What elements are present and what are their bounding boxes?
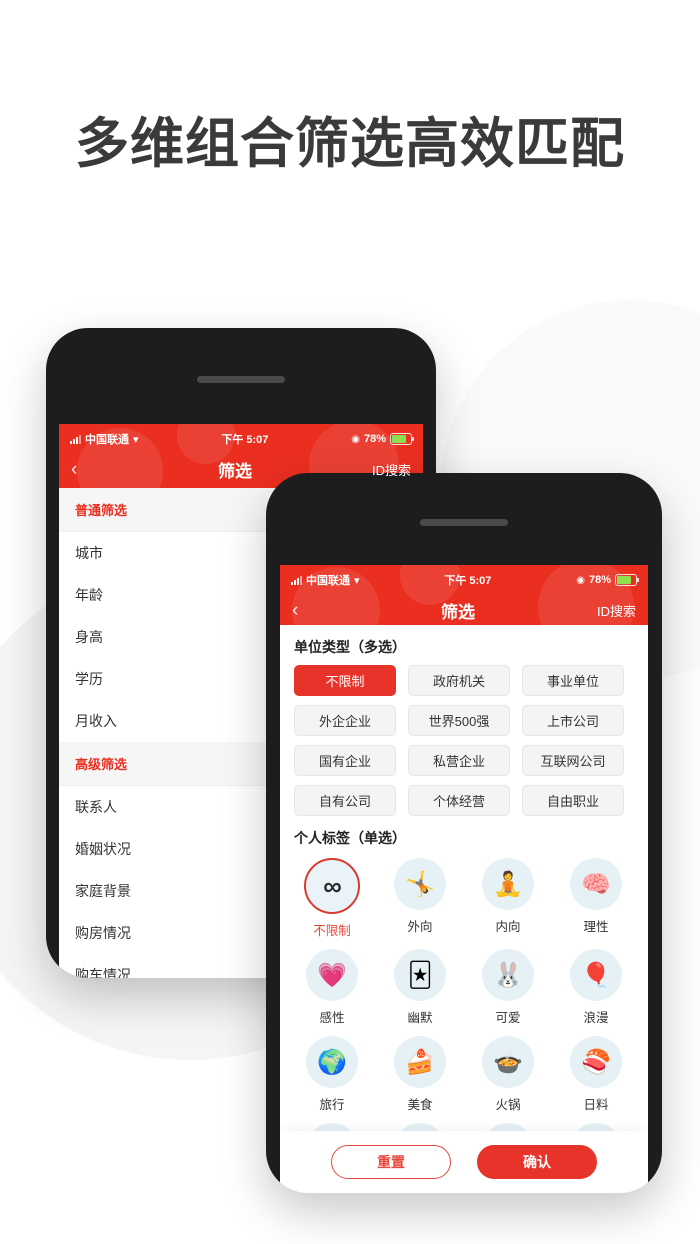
personal-tag-label: 感性 xyxy=(319,1011,345,1025)
status-bar-front: 中国联通 ▾ 下午 5:07 ◉ 78% xyxy=(280,565,648,591)
personal-tag-item[interactable]: 💗 感性 xyxy=(288,949,376,1026)
page-headline: 多维组合筛选高效匹配 xyxy=(75,112,625,175)
battery-charging-icon xyxy=(390,433,414,445)
battery-percent: 78% xyxy=(363,433,386,445)
unit-type-chip[interactable]: 不限制 xyxy=(294,665,396,696)
app-header-back: 中国联通 ▾ 下午 5:07 ◉ 78% ‹ 筛选 ID搜索 xyxy=(59,424,423,488)
wifi-icon: ▾ xyxy=(354,573,360,587)
nav-bar-back: ‹ 筛选 ID搜索 xyxy=(59,450,423,488)
confirm-button[interactable]: 确认 xyxy=(477,1145,597,1179)
heartbeat-icon: 💗 xyxy=(306,949,358,1001)
unit-type-chip-group: 不限制 政府机关 事业单位外企企业 世界500强 上市公司国有企业 私营企业 互联网公司自有… xyxy=(280,665,648,816)
introvert-icon: 🧘 xyxy=(482,858,534,910)
status-bar-back: 中国联通 ▾ 下午 5:07 ◉ 78% xyxy=(59,424,423,450)
personal-tag-item[interactable]: 🍰 美食 xyxy=(376,1036,464,1113)
id-search-button[interactable]: ID搜索 xyxy=(580,601,636,620)
page-title: 筛选 xyxy=(218,461,252,481)
personal-tag-item[interactable]: 🧘 内向 xyxy=(464,858,552,939)
personal-tag-label: 美食 xyxy=(407,1098,433,1112)
personal-tag-item[interactable]: ∞ 不限制 xyxy=(288,858,376,939)
personal-tag-label: 理性 xyxy=(583,920,609,934)
location-icon: ◉ xyxy=(576,574,585,586)
personal-tag-item[interactable]: 🧠 理性 xyxy=(552,858,640,939)
app-header-front: 中国联通 ▾ 下午 5:07 ◉ 78% ‹ 筛选 ID搜索 xyxy=(280,565,648,629)
personal-tag-item[interactable]: 🃏 幽默 xyxy=(376,949,464,1026)
phone-speaker-front xyxy=(420,519,508,526)
page-title: 筛选 xyxy=(441,602,475,622)
id-search-button[interactable]: ID搜索 xyxy=(355,460,411,479)
personal-tag-label: 火锅 xyxy=(495,1098,521,1112)
group-title-personal-tags: 个人标签（单选） xyxy=(294,830,406,846)
unit-type-chip[interactable]: 个体经营 xyxy=(408,785,510,816)
personal-tag-label: 外向 xyxy=(407,920,433,934)
personal-tag-label: 可爱 xyxy=(495,1011,521,1025)
unit-type-chip[interactable]: 上市公司 xyxy=(522,705,624,736)
phone-mockup-front: 中国联通 ▾ 下午 5:07 ◉ 78% ‹ 筛选 ID搜索 单位类型（多选） … xyxy=(266,473,662,1193)
nav-bar-front: ‹ 筛选 ID搜索 xyxy=(280,591,648,629)
personal-tag-label: 日料 xyxy=(583,1098,609,1112)
personal-tag-label: 幽默 xyxy=(407,1011,433,1025)
unit-type-chip[interactable]: 自由职业 xyxy=(522,785,624,816)
wifi-icon: ▾ xyxy=(133,432,139,446)
unit-type-chip[interactable]: 国有企业 xyxy=(294,745,396,776)
unit-type-chip[interactable]: 世界500强 xyxy=(408,705,510,736)
unit-type-chip[interactable]: 自有公司 xyxy=(294,785,396,816)
action-bar: 重置 确认 xyxy=(280,1131,648,1193)
personal-tag-item[interactable]: 🐰 可爱 xyxy=(464,949,552,1026)
personal-tag-item[interactable]: 🎈 浪漫 xyxy=(552,949,640,1026)
unit-type-chip[interactable]: 互联网公司 xyxy=(522,745,624,776)
unit-type-chip[interactable]: 事业单位 xyxy=(522,665,624,696)
status-time: 下午 5:07 xyxy=(221,434,269,446)
travel-icon: 🌍 xyxy=(306,1036,358,1088)
personal-tag-label: 内向 xyxy=(495,920,521,934)
chevron-left-icon[interactable]: ‹ xyxy=(292,601,336,620)
battery-percent: 78% xyxy=(588,574,611,586)
personal-tag-item[interactable]: 🍲 火锅 xyxy=(464,1036,552,1113)
screen-front: 中国联通 ▾ 下午 5:07 ◉ 78% ‹ 筛选 ID搜索 单位类型（多选） … xyxy=(280,565,648,1193)
battery-charging-icon xyxy=(615,574,639,586)
personal-tag-item[interactable]: 🍣 日料 xyxy=(552,1036,640,1113)
reset-button[interactable]: 重置 xyxy=(331,1145,451,1179)
unit-type-chip[interactable]: 政府机关 xyxy=(408,665,510,696)
phone-speaker-back xyxy=(197,376,285,383)
carrier-label: 中国联通 xyxy=(85,434,129,446)
personal-tag-label: 浪漫 xyxy=(583,1011,609,1025)
status-time: 下午 5:07 xyxy=(444,575,492,587)
food-icon: 🍰 xyxy=(394,1036,446,1088)
hotpot-icon: 🍲 xyxy=(482,1036,534,1088)
personal-tag-item[interactable]: 🤸 外向 xyxy=(376,858,464,939)
signal-bars-icon xyxy=(291,575,302,585)
hot-air-balloon-icon: 🎈 xyxy=(570,949,622,1001)
rabbit-icon: 🐰 xyxy=(482,949,534,1001)
signal-bars-icon xyxy=(70,434,81,444)
unit-type-chip[interactable]: 私营企业 xyxy=(408,745,510,776)
group-title-unit-type: 单位类型（多选） xyxy=(294,639,406,655)
personal-tag-item[interactable]: 🌍 旅行 xyxy=(288,1036,376,1113)
personal-tag-label: 不限制 xyxy=(313,924,351,938)
brain-icon: 🧠 xyxy=(570,858,622,910)
personal-tag-label: 旅行 xyxy=(319,1098,345,1112)
carrier-label: 中国联通 xyxy=(306,575,350,587)
extrovert-icon: 🤸 xyxy=(394,858,446,910)
sushi-icon: 🍣 xyxy=(570,1036,622,1088)
infinity-icon: ∞ xyxy=(304,858,360,914)
jester-icon: 🃏 xyxy=(394,949,446,1001)
location-icon: ◉ xyxy=(351,433,360,445)
unit-type-chip[interactable]: 外企企业 xyxy=(294,705,396,736)
chevron-left-icon[interactable]: ‹ xyxy=(71,460,115,479)
filter-content-front: 单位类型（多选） 不限制 政府机关 事业单位 外企企业 世界500强 上市公司 国有企业 私营… xyxy=(280,625,648,1193)
